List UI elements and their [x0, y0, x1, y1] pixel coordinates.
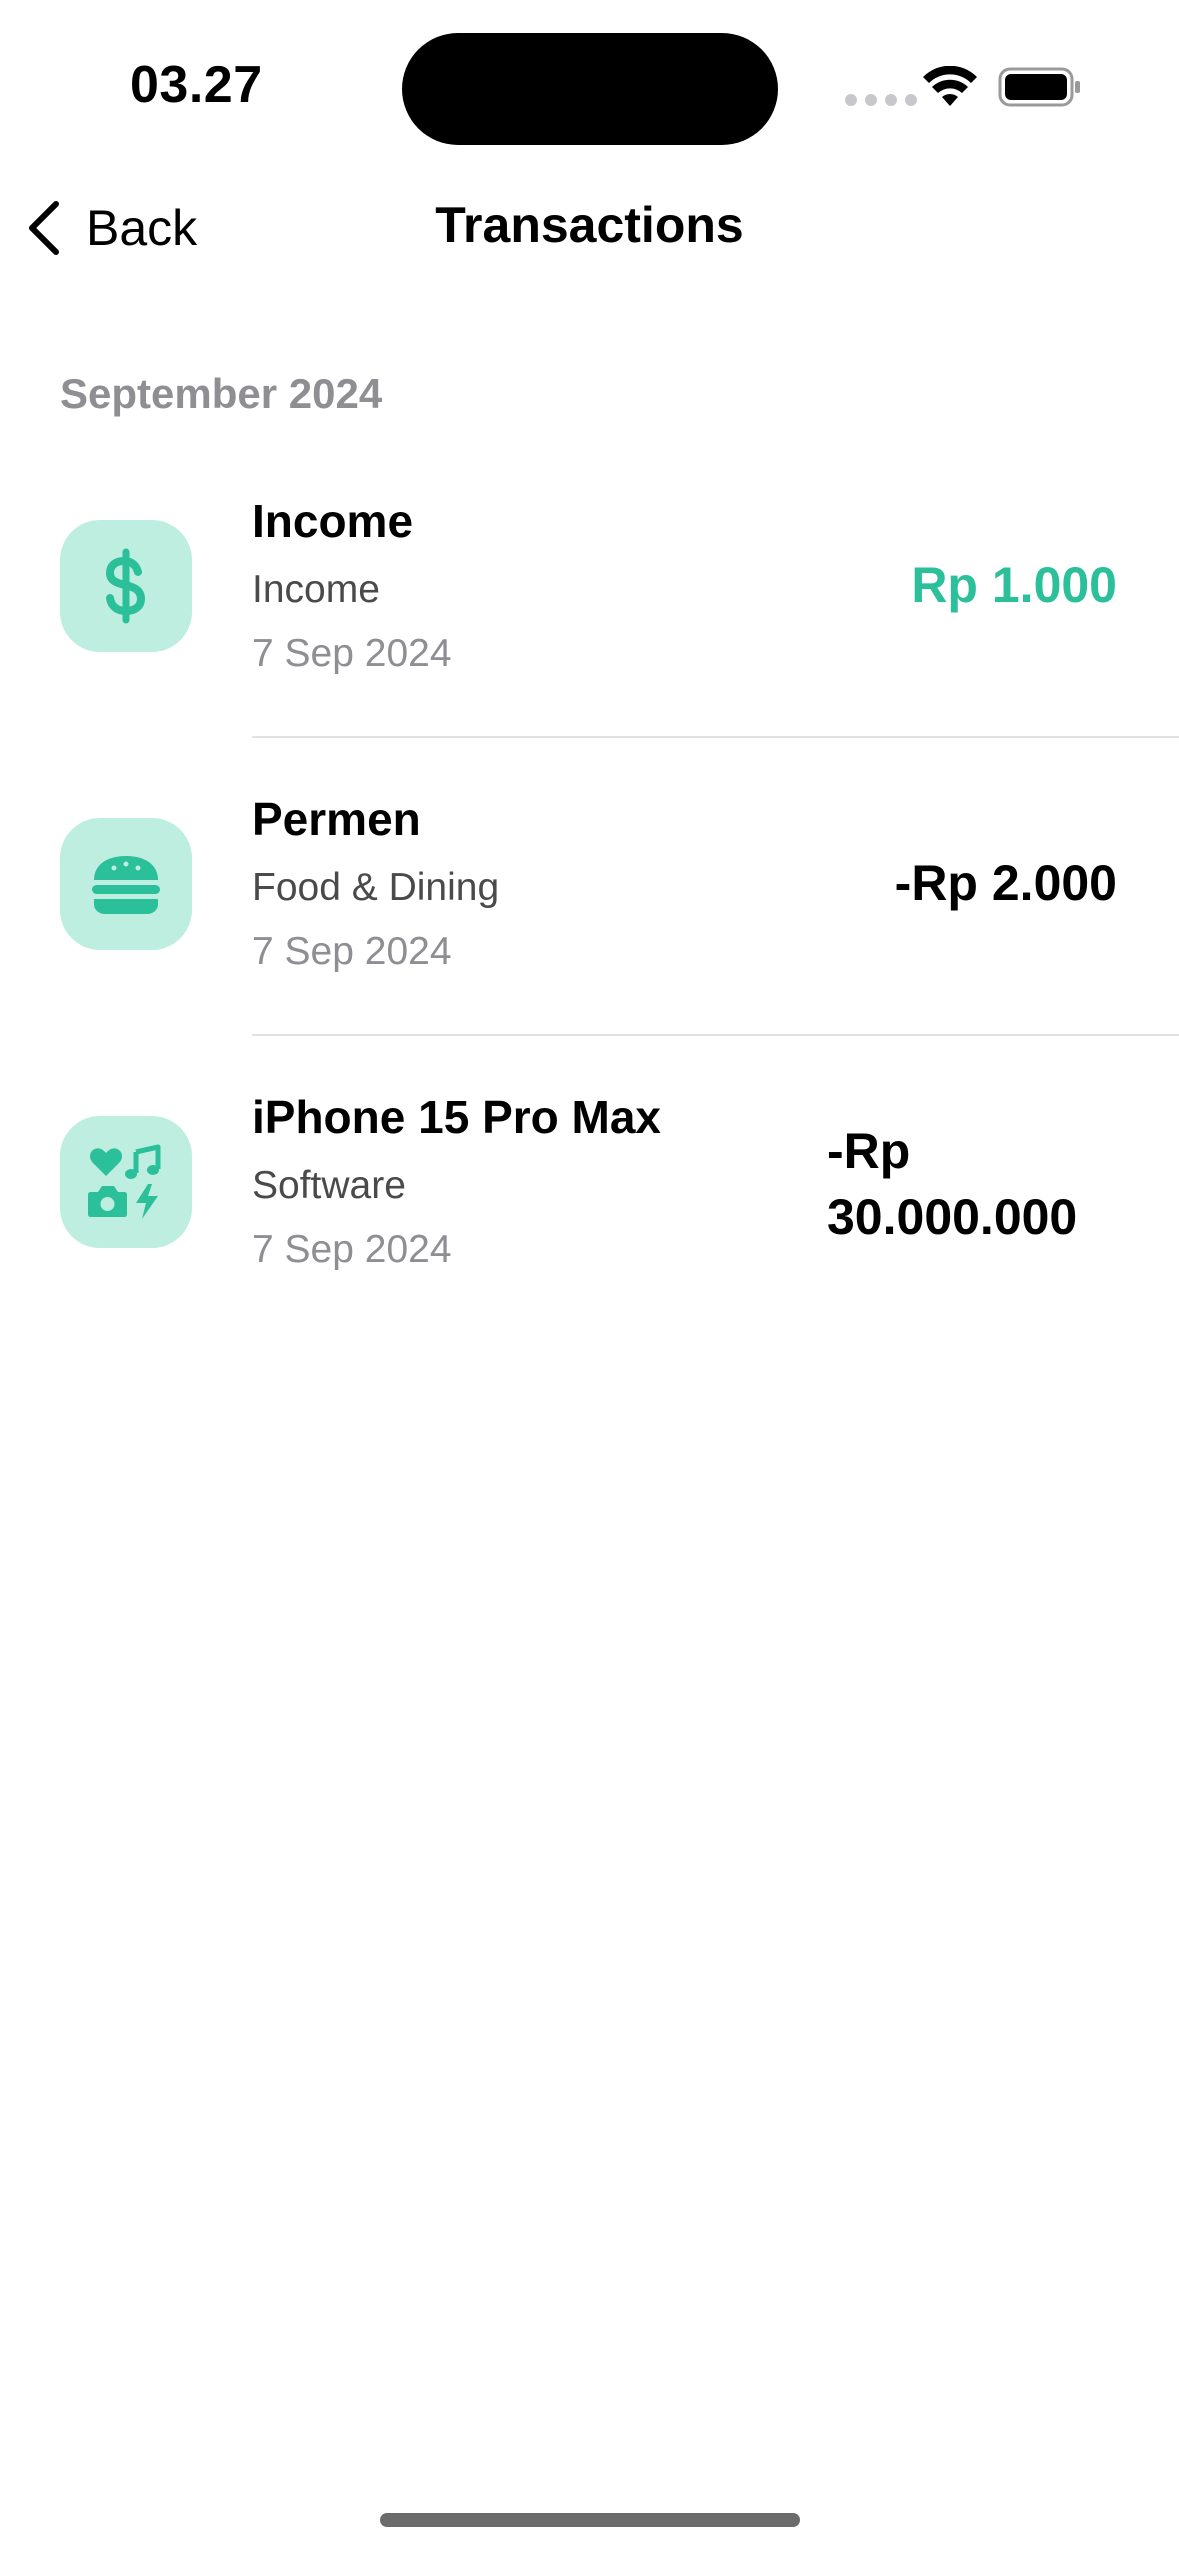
- transaction-title: Income: [252, 495, 414, 547]
- cellular-signal-icon: [845, 94, 917, 106]
- transaction-amount: -Rp 2.000: [894, 855, 1117, 911]
- transaction-title: Permen: [252, 793, 421, 845]
- transaction-row[interactable]: iPhone 15 Pro Max Software 7 Sep 2024 -R…: [0, 1036, 1179, 1334]
- transaction-date: 7 Sep 2024: [252, 930, 452, 973]
- navigation-bar: Back Transactions: [0, 180, 1179, 275]
- status-time: 03.27: [130, 56, 263, 114]
- section-header: September 2024: [60, 370, 383, 417]
- transaction-icon-badge: [60, 1116, 192, 1248]
- status-bar: 03.27: [0, 0, 1179, 150]
- transaction-title: iPhone 15 Pro Max: [252, 1091, 662, 1143]
- transaction-category: Income: [252, 568, 380, 611]
- burger-icon: [92, 856, 160, 914]
- transaction-amount: -Rp 30.000.000: [827, 1123, 1078, 1245]
- entertainment-icon: [88, 1144, 161, 1219]
- transaction-category: Food & Dining: [252, 866, 500, 909]
- dynamic-island: [402, 33, 778, 145]
- transaction-list: Income Income 7 Sep 2024 Rp 1.000 Permen…: [0, 440, 1179, 1334]
- wifi-icon: [923, 66, 977, 106]
- transaction-icon-badge: [60, 818, 192, 950]
- transaction-date: 7 Sep 2024: [252, 632, 452, 675]
- transaction-row[interactable]: Income Income 7 Sep 2024 Rp 1.000: [0, 440, 1179, 738]
- home-indicator[interactable]: [380, 2513, 800, 2527]
- transaction-row[interactable]: Permen Food & Dining 7 Sep 2024 -Rp 2.00…: [0, 738, 1179, 1036]
- battery-icon: [998, 67, 1080, 107]
- transaction-category: Software: [252, 1164, 406, 1207]
- page-title: Transactions: [435, 197, 744, 253]
- transaction-date: 7 Sep 2024: [252, 1228, 452, 1271]
- transaction-amount: Rp 1.000: [911, 557, 1117, 613]
- dollar-sign-icon: [105, 548, 146, 624]
- transaction-icon-badge: [60, 520, 192, 652]
